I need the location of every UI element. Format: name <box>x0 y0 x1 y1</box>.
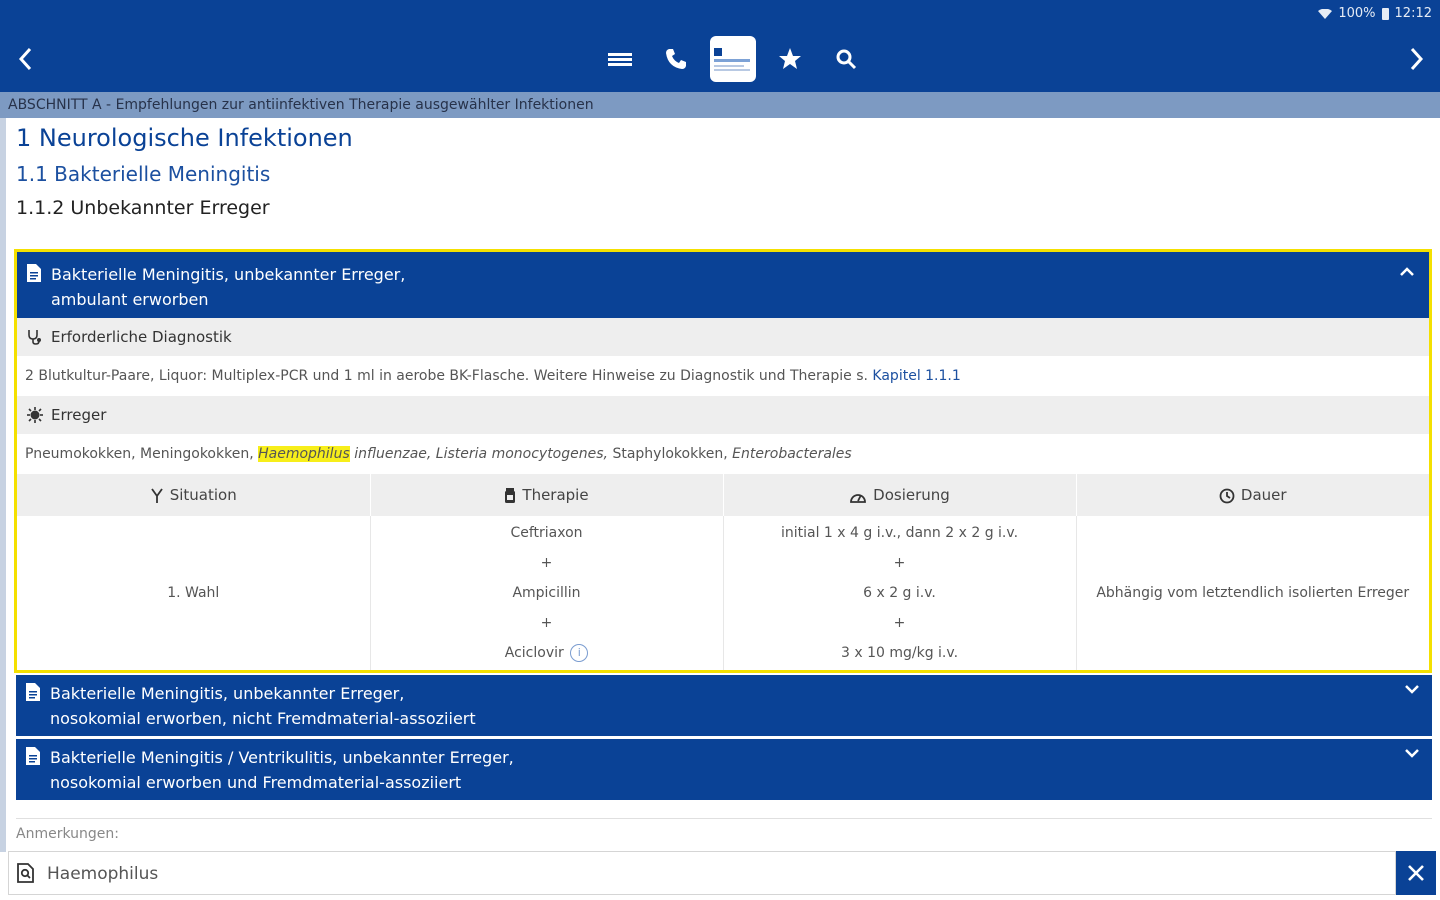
diagnostik-text-row: 2 Blutkultur-Paare, Liquor: Multiplex-PC… <box>17 356 1429 396</box>
diagnostik-label: Erforderliche Diagnostik <box>51 328 232 346</box>
heading-section: 1.1 Bakterielle Meningitis <box>16 162 271 186</box>
battery-icon <box>1381 7 1389 20</box>
battery-percent: 100% <box>1338 6 1376 21</box>
erreger-label: Erreger <box>51 406 107 424</box>
branch-icon <box>151 487 163 503</box>
col-header-dauer: Dauer <box>1076 474 1429 516</box>
accordion-1-line1: Bakterielle Meningitis, unbekannter Erre… <box>50 684 405 703</box>
col-header-situation: Situation <box>17 474 371 516</box>
erreger-italic-1: influenzae, Listeria monocytogenes, <box>354 446 608 462</box>
accordion-2-line1: Bakterielle Meningitis / Ventrikulitis, … <box>50 748 514 767</box>
therapy-card-header[interactable]: Bakterielle Meningitis, unbekannter Erre… <box>17 252 1429 318</box>
wifi-icon <box>1318 8 1333 19</box>
search-highlight: Haemophilus <box>258 446 350 462</box>
forward-button[interactable] <box>1402 44 1432 74</box>
cell-dosierung: initial 1 x 4 g i.v., dann 2 x 2 g i.v. … <box>723 516 1077 670</box>
accordion-nosokomial-material[interactable]: Bakterielle Meningitis / Ventrikulitis, … <box>16 739 1432 800</box>
favorites-button[interactable] <box>762 34 818 84</box>
toolbar-center <box>592 34 874 84</box>
therapy-table-header: Situation Therapie Dosierung Dauer <box>17 474 1429 516</box>
section-bar: ABSCHNITT A - Empfehlungen zur antiinfek… <box>0 92 1440 118</box>
star-icon <box>779 48 801 69</box>
card-title-line2: ambulant erworben <box>51 290 209 309</box>
forward-arrow-icon <box>1410 47 1424 71</box>
back-arrow-icon <box>18 47 32 71</box>
diagnostik-text: 2 Blutkultur-Paare, Liquor: Multiplex-PC… <box>25 368 868 384</box>
menu-button[interactable] <box>592 34 648 84</box>
erreger-plain-2: Staphylokokken, <box>612 446 728 462</box>
col-header-dosierung: Dosierung <box>723 474 1077 516</box>
drug-3: Aciclovir <box>504 645 564 661</box>
app-toolbar: 100% 12:12 <box>0 0 1440 92</box>
card-title-line1: Bakterielle Meningitis, unbekannter Erre… <box>51 265 406 284</box>
drug-2: Ampicillin <box>512 585 581 601</box>
info-icon[interactable]: i <box>570 644 589 662</box>
col-header-therapie: Therapie <box>370 474 724 516</box>
heading-chapter: 1 Neurologische Infektionen <box>16 124 353 152</box>
close-icon <box>1408 865 1424 881</box>
clock-icon <box>1219 488 1235 503</box>
phone-icon <box>666 49 686 69</box>
therapy-card-expanded: Bakterielle Meningitis, unbekannter Erre… <box>14 249 1432 673</box>
erreger-text-row: Pneumokokken, Meningokokken, Haemophilus… <box>17 434 1429 474</box>
accordion-nosokomial-no-material[interactable]: Bakterielle Meningitis, unbekannter Erre… <box>16 675 1432 736</box>
therapy-row-first-choice: 1. Wahl Ceftriaxon + Ampicillin + Aciclo… <box>17 516 1429 670</box>
plus-2: + <box>540 615 553 631</box>
cell-therapie: Ceftriaxon + Ampicillin + Aciclovir i <box>370 516 724 670</box>
dose-plus-1: + <box>893 555 906 571</box>
status-bar: 100% 12:12 <box>1318 6 1432 21</box>
chevron-up-icon[interactable] <box>1399 266 1415 278</box>
accordion-2-line2: nosokomial erworben und Fremdmaterial-as… <box>50 773 462 792</box>
chevron-down-icon[interactable] <box>1404 683 1420 695</box>
accordion-1-line2: nosokomial erworben, nicht Fremdmaterial… <box>50 709 476 728</box>
search-button[interactable] <box>818 34 874 84</box>
close-search-button[interactable] <box>1396 851 1436 895</box>
erreger-plain-1: Pneumokokken, Meningokokken, <box>25 446 254 462</box>
app-logo-icon <box>714 47 722 56</box>
search-icon <box>836 49 857 70</box>
dose-1: initial 1 x 4 g i.v., dann 2 x 2 g i.v. <box>780 525 1019 541</box>
erreger-header: Erreger <box>17 396 1429 434</box>
dose-3: 3 x 10 mg/kg i.v. <box>840 645 959 661</box>
drug-3-row: Aciclovir i <box>372 638 722 668</box>
dose-2: 6 x 2 g i.v. <box>863 585 936 601</box>
drug-1: Ceftriaxon <box>510 525 583 541</box>
chapter-link[interactable]: Kapitel 1.1.1 <box>872 368 960 384</box>
find-in-page-input[interactable] <box>45 858 1379 890</box>
gauge-icon <box>850 493 867 503</box>
document-icon <box>26 747 40 765</box>
pill-icon <box>505 487 516 503</box>
plus-1: + <box>540 555 553 571</box>
dose-plus-2: + <box>893 615 906 631</box>
heading-subsection: 1.1.2 Unbekannter Erreger <box>16 197 270 219</box>
erreger-italic-2: Enterobacterales <box>732 446 852 462</box>
left-divider <box>0 118 6 852</box>
find-in-page-icon <box>17 863 34 883</box>
therapy-table: Situation Therapie Dosierung Dauer 1. Wa… <box>17 474 1429 670</box>
notes-divider <box>16 818 1432 819</box>
menu-icon <box>608 53 632 66</box>
cell-situation: 1. Wahl <box>17 516 371 670</box>
find-in-page-bar <box>8 851 1396 895</box>
notes-label: Anmerkungen: <box>16 826 119 842</box>
document-icon <box>27 264 41 282</box>
cell-dauer: Abhängig vom letztendlich isolierten Err… <box>1096 585 1410 601</box>
app-logo-button[interactable] <box>710 36 756 82</box>
clock-time: 12:12 <box>1394 6 1432 21</box>
back-button[interactable] <box>10 44 40 74</box>
chevron-down-icon[interactable] <box>1404 747 1420 759</box>
diagnostik-header: Erforderliche Diagnostik <box>17 318 1429 356</box>
stethoscope-icon <box>28 330 41 345</box>
phone-button[interactable] <box>648 34 704 84</box>
virus-icon <box>27 407 43 423</box>
document-icon <box>26 683 40 701</box>
